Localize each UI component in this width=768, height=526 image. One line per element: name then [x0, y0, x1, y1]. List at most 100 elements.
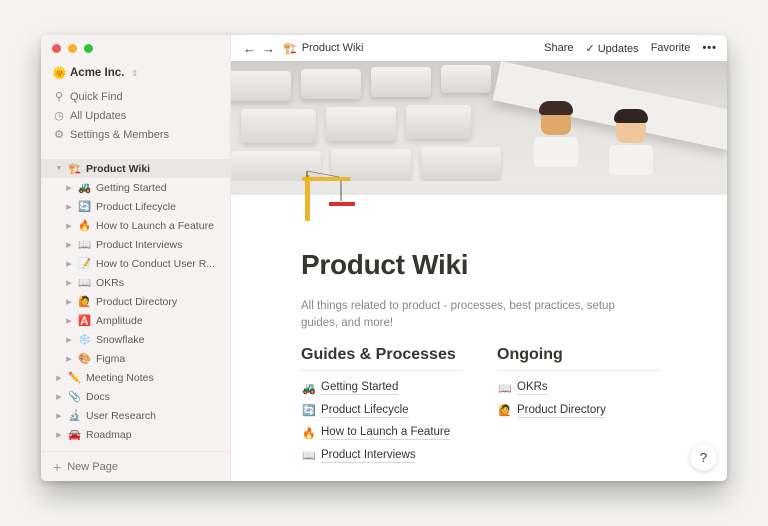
link-column: Guides & Processes 🚜 Getting Started 🔄 Produ…: [301, 346, 463, 467]
sidebar-page-item[interactable]: ▶ 📎 Docs: [41, 387, 230, 406]
sidebar-page-label: Meeting Notes: [86, 371, 154, 384]
page-emoji-icon: 🙋: [77, 296, 92, 308]
sidebar-page-item[interactable]: ▶ 🚜 Getting Started: [41, 178, 230, 197]
page-link[interactable]: 📖 Product Interviews: [301, 445, 463, 468]
help-button[interactable]: ?: [690, 444, 717, 471]
sidebar-page-item[interactable]: ▶ 🔄 Product Lifecycle: [41, 197, 230, 216]
page-link[interactable]: 🙋 Product Directory: [497, 400, 659, 423]
page-emoji-icon: 🏗️: [67, 163, 82, 175]
triangle-right-icon[interactable]: ▶: [54, 374, 64, 382]
sidebar-page-item[interactable]: ▶ 📖 Product Interviews: [41, 235, 230, 254]
page-emoji-icon: ❄️: [77, 334, 92, 346]
triangle-right-icon[interactable]: ▶: [64, 355, 74, 363]
sidebar: 🌞 Acme Inc. ⇕ ⚲ Quick Find ◷ All Updates…: [41, 35, 231, 481]
sidebar-page-item[interactable]: ▶ 🅰️ Amplitude: [41, 311, 230, 330]
sidebar-page-label: How to Launch a Feature: [96, 219, 214, 232]
page-emoji-icon: 📖: [498, 382, 512, 395]
sidebar-page-item[interactable]: ▶ 🎨 Figma: [41, 349, 230, 368]
triangle-right-icon[interactable]: ▶: [54, 431, 64, 439]
gear-icon: ⚙: [54, 129, 64, 141]
page-emoji-icon: 🚜: [77, 182, 92, 194]
sidebar-page-item[interactable]: ▶ 📖 OKRs: [41, 273, 230, 292]
crane-icon[interactable]: [299, 167, 355, 223]
plus-icon: +: [53, 458, 62, 475]
page-emoji-icon: 📎: [67, 391, 82, 403]
page-title[interactable]: Product Wiki: [301, 249, 667, 281]
breadcrumb[interactable]: 🏗️ Product Wiki: [283, 42, 363, 55]
keyboard-key: [371, 67, 431, 97]
page-link-label: Getting Started: [321, 381, 399, 396]
updates-button[interactable]: ✓ Updates: [585, 42, 638, 55]
page-emoji-icon: 🔄: [302, 405, 316, 418]
keyboard-key: [441, 65, 491, 93]
triangle-right-icon[interactable]: ▶: [64, 203, 74, 211]
sidebar-page-item[interactable]: ▶ ❄️ Snowflake: [41, 330, 230, 349]
link-columns: Guides & Processes 🚜 Getting Started 🔄 Produ…: [301, 346, 667, 467]
back-arrow-icon[interactable]: ←: [243, 41, 256, 56]
forward-arrow-icon[interactable]: →: [262, 41, 275, 56]
page-emoji-icon: 📖: [77, 277, 92, 289]
sidebar-page-label: Snowflake: [96, 333, 145, 346]
topbar: ← → 🏗️ Product Wiki Share ✓ Updates Favor…: [231, 35, 727, 61]
keyboard-key: [301, 69, 361, 99]
page-emoji-icon: 📖: [77, 239, 92, 251]
page-emoji-icon: 🔥: [302, 427, 316, 440]
triangle-right-icon[interactable]: ▶: [64, 260, 74, 268]
triangle-right-icon[interactable]: ▶: [64, 222, 74, 230]
page-link[interactable]: 🔥 How to Launch a Feature: [301, 422, 463, 445]
triangle-right-icon[interactable]: ▶: [54, 393, 64, 401]
sidebar-page-item[interactable]: ▶ 📝 How to Conduct User R...: [41, 254, 230, 273]
sidebar-item-quick-find[interactable]: ⚲ Quick Find: [41, 87, 230, 106]
page-emoji-icon: 🚘: [67, 429, 82, 441]
favorite-button[interactable]: Favorite: [651, 42, 691, 54]
workspace-name: Acme Inc.: [70, 67, 125, 79]
keyboard-lid: [492, 61, 727, 151]
more-options-icon[interactable]: •••: [702, 42, 717, 54]
sidebar-item-all-updates[interactable]: ◷ All Updates: [41, 106, 230, 125]
close-window-button[interactable]: [52, 44, 61, 53]
zoom-window-button[interactable]: [84, 44, 93, 53]
page-link-label: Product Interviews: [321, 448, 416, 463]
keyboard-key: [241, 109, 316, 143]
page-link[interactable]: 📖 OKRs: [497, 377, 659, 400]
page-emoji-icon: 🚜: [302, 382, 316, 395]
traffic-lights: [52, 44, 93, 53]
triangle-right-icon[interactable]: ▶: [64, 241, 74, 249]
page-link[interactable]: 🔄 Product Lifecycle: [301, 400, 463, 423]
sidebar-page-item[interactable]: ▶ 🙋 Product Directory: [41, 292, 230, 311]
column-heading[interactable]: Ongoing: [497, 346, 659, 371]
sidebar-page-item[interactable]: ▼ 🏗️ Product Wiki: [41, 159, 230, 178]
share-button[interactable]: Share: [544, 42, 573, 54]
triangle-right-icon[interactable]: ▶: [64, 184, 74, 192]
sidebar-item-label: Quick Find: [70, 90, 123, 103]
crane-icon: 🏗️: [283, 42, 297, 55]
page-link[interactable]: 🚜 Getting Started: [301, 377, 463, 400]
page-emoji-icon: 📝: [77, 258, 92, 270]
sidebar-page-item[interactable]: ▶ 🔬 User Research: [41, 406, 230, 425]
page-link-label: How to Launch a Feature: [321, 426, 451, 441]
triangle-right-icon[interactable]: ▶: [54, 412, 64, 420]
sidebar-page-label: User Research: [86, 409, 157, 422]
sidebar-page-label: OKRs: [96, 276, 125, 289]
app-window: 🌞 Acme Inc. ⇕ ⚲ Quick Find ◷ All Updates…: [41, 35, 727, 481]
new-page-button[interactable]: + New Page: [41, 451, 230, 481]
sidebar-page-item[interactable]: ▶ 🚘 Roadmap: [41, 425, 230, 444]
clock-icon: ◷: [54, 110, 64, 122]
triangle-down-icon[interactable]: ▼: [54, 165, 64, 172]
sidebar-page-label: Product Lifecycle: [96, 200, 176, 213]
triangle-right-icon[interactable]: ▶: [64, 279, 74, 287]
main-content: ← → 🏗️ Product Wiki Share ✓ Updates Favor…: [231, 35, 727, 481]
updates-label: Updates: [597, 42, 639, 55]
column-heading[interactable]: Guides & Processes: [301, 346, 463, 371]
lego-figure: [534, 101, 578, 167]
sidebar-page-item[interactable]: ▶ ✏️ Meeting Notes: [41, 368, 230, 387]
minimize-window-button[interactable]: [68, 44, 77, 53]
sidebar-page-item[interactable]: ▶ 🔥 How to Launch a Feature: [41, 216, 230, 235]
workspace-switcher[interactable]: 🌞 Acme Inc. ⇕: [52, 66, 138, 80]
sidebar-item-settings[interactable]: ⚙ Settings & Members: [41, 125, 230, 144]
triangle-right-icon[interactable]: ▶: [64, 298, 74, 306]
sidebar-page-label: Product Interviews: [96, 238, 183, 251]
page-description[interactable]: All things related to product - processe…: [301, 298, 651, 332]
triangle-right-icon[interactable]: ▶: [64, 336, 74, 344]
triangle-right-icon[interactable]: ▶: [64, 317, 74, 325]
